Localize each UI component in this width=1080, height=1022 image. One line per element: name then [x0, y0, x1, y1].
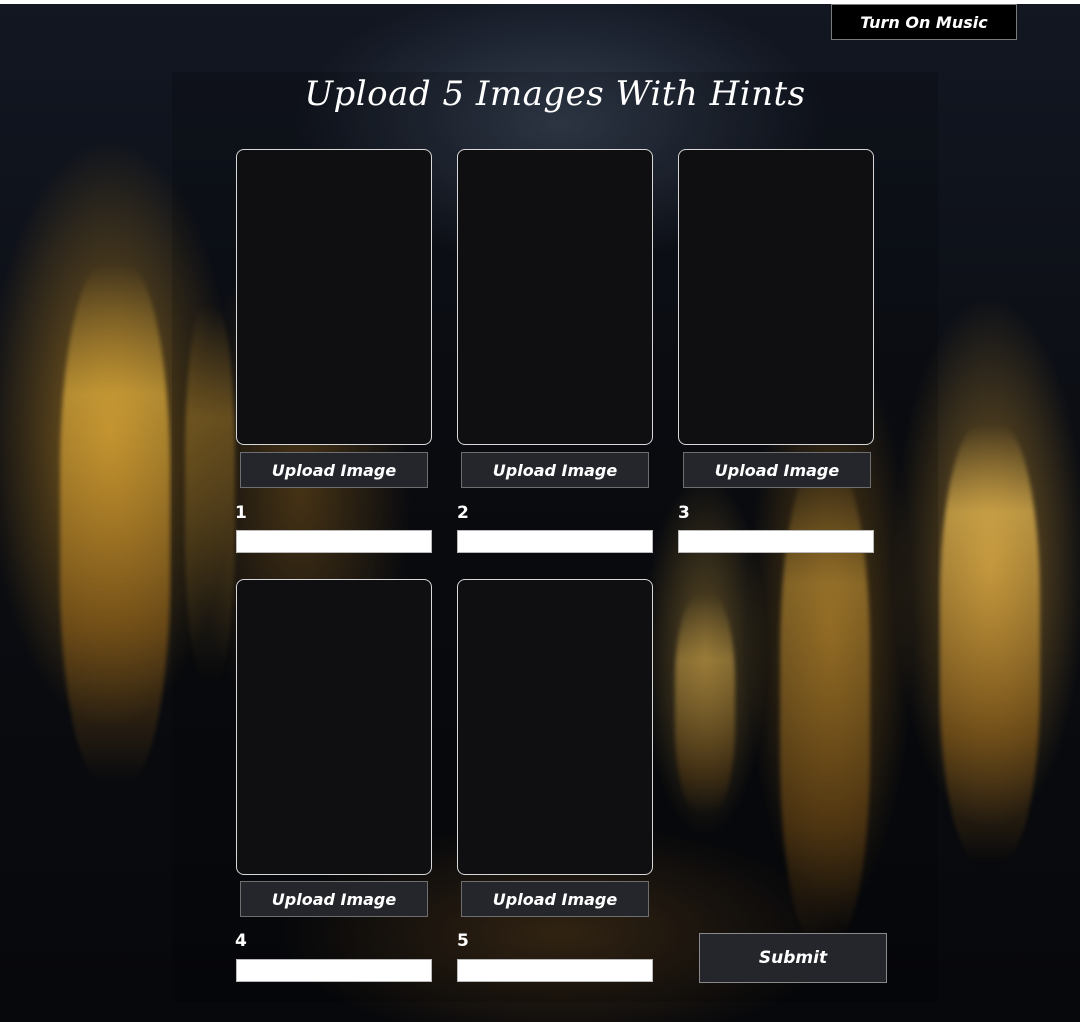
light-beam — [940, 424, 1040, 864]
submit-button[interactable]: Submit — [699, 933, 887, 983]
image-slot-1 — [236, 149, 432, 445]
upload-image-button-4[interactable]: Upload Image — [240, 881, 428, 917]
hint-input-2[interactable] — [457, 530, 653, 553]
hint-number-5: 5 — [457, 931, 469, 951]
turn-on-music-button[interactable]: Turn On Music — [831, 4, 1017, 40]
upload-image-button-5[interactable]: Upload Image — [461, 881, 649, 917]
image-slot-4 — [236, 579, 432, 875]
page-title: Upload 5 Images With Hints — [304, 74, 806, 114]
hint-input-5[interactable] — [457, 959, 653, 982]
upload-image-button-3[interactable]: Upload Image — [683, 452, 871, 488]
image-slot-2 — [457, 149, 653, 445]
hint-number-2: 2 — [457, 503, 469, 523]
hint-input-1[interactable] — [236, 530, 432, 553]
hint-number-4: 4 — [235, 931, 247, 951]
light-beam — [60, 264, 170, 784]
hint-input-3[interactable] — [678, 530, 874, 553]
hint-number-3: 3 — [678, 503, 690, 523]
image-slot-5 — [457, 579, 653, 875]
image-slot-3 — [678, 149, 874, 445]
upload-image-button-1[interactable]: Upload Image — [240, 452, 428, 488]
upload-image-button-2[interactable]: Upload Image — [461, 452, 649, 488]
hint-number-1: 1 — [235, 503, 247, 523]
hint-input-4[interactable] — [236, 959, 432, 982]
